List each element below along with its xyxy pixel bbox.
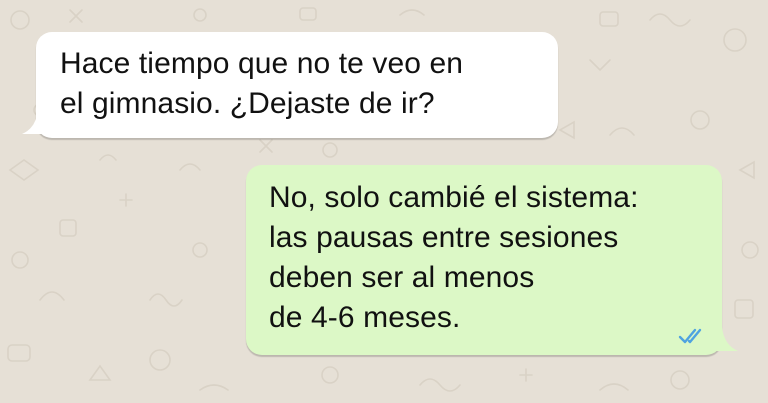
outgoing-message-line: las pausas entre sesiones xyxy=(269,221,619,254)
incoming-message-text: Hace tiempo que no te veo en el gimnasio… xyxy=(60,44,463,124)
read-double-check-icon xyxy=(678,328,702,344)
outgoing-message-line: de 4-6 meses. xyxy=(269,301,461,334)
outgoing-bubble-tail xyxy=(714,327,738,351)
outgoing-message-bubble[interactable]: No, solo cambié el sistema: las pausas e… xyxy=(246,165,738,355)
incoming-message-bubble[interactable]: Hace tiempo que no te veo en el gimnasio… xyxy=(22,32,558,138)
outgoing-message-line: No, solo cambié el sistema: xyxy=(269,181,639,214)
incoming-message-line: Hace tiempo que no te veo en xyxy=(60,47,464,80)
outgoing-message-text: No, solo cambié el sistema: las pausas e… xyxy=(269,178,639,338)
incoming-bubble-tail xyxy=(22,110,46,134)
outgoing-message-line: deben ser al menos xyxy=(269,261,535,294)
incoming-message-line: el gimnasio. ¿Dejaste de ir? xyxy=(60,87,435,120)
chat-background: Hace tiempo que no te veo en el gimnasio… xyxy=(0,0,768,403)
